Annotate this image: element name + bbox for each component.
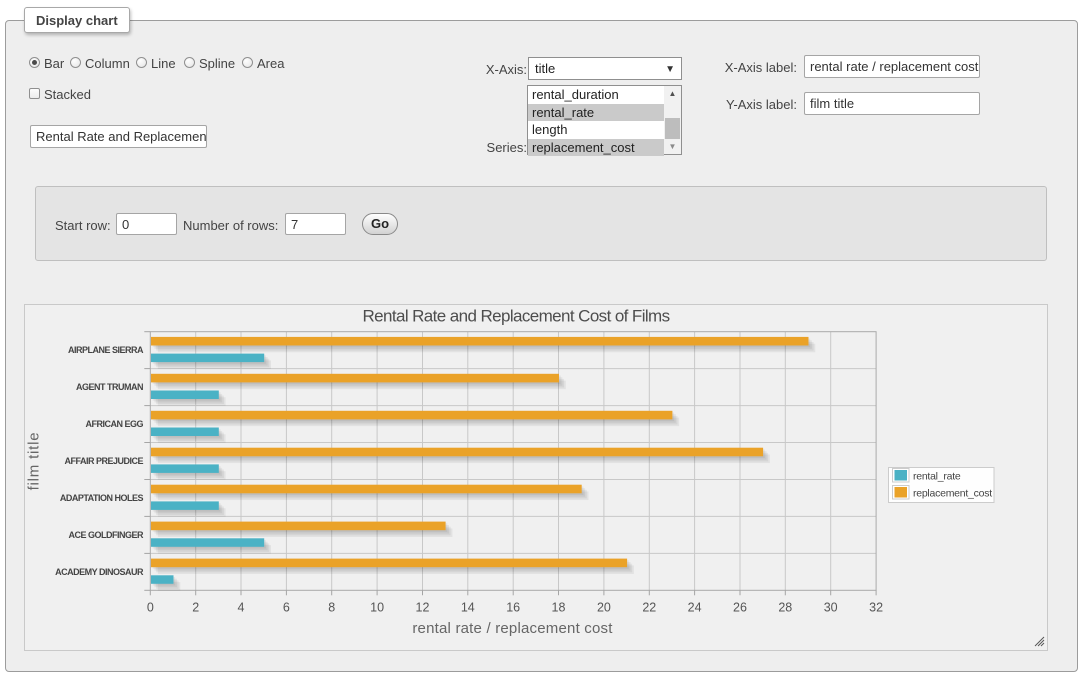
svg-text:18: 18	[552, 601, 566, 615]
svg-text:2: 2	[192, 601, 199, 615]
svg-text:14: 14	[461, 601, 475, 615]
svg-text:28: 28	[778, 601, 792, 615]
svg-text:22: 22	[642, 601, 656, 615]
svg-text:0: 0	[147, 601, 154, 615]
svg-text:ADAPTATION HOLES: ADAPTATION HOLES	[60, 493, 144, 503]
svg-text:AGENT TRUMAN: AGENT TRUMAN	[76, 382, 143, 392]
svg-text:26: 26	[733, 601, 747, 615]
svg-text:rental_rate: rental_rate	[913, 471, 961, 483]
svg-text:4: 4	[238, 601, 245, 615]
svg-text:AFFAIR PREJUDICE: AFFAIR PREJUDICE	[64, 456, 143, 466]
svg-text:32: 32	[869, 601, 883, 615]
svg-text:AIRPLANE SIERRA: AIRPLANE SIERRA	[68, 345, 144, 355]
svg-text:8: 8	[328, 601, 335, 615]
svg-text:ACADEMY DINOSAUR: ACADEMY DINOSAUR	[55, 567, 144, 577]
svg-text:film title: film title	[26, 432, 43, 491]
svg-text:ACE GOLDFINGER: ACE GOLDFINGER	[68, 530, 144, 540]
svg-text:24: 24	[688, 601, 702, 615]
svg-text:replacement_cost: replacement_cost	[913, 488, 992, 500]
svg-text:10: 10	[370, 601, 384, 615]
svg-text:rental rate / replacement cost: rental rate / replacement cost	[412, 620, 613, 637]
svg-text:30: 30	[824, 601, 838, 615]
svg-text:6: 6	[283, 601, 290, 615]
svg-text:16: 16	[506, 601, 520, 615]
svg-text:Rental Rate and Replacement Co: Rental Rate and Replacement Cost of Film…	[362, 307, 669, 326]
svg-text:AFRICAN EGG: AFRICAN EGG	[86, 419, 144, 429]
svg-text:20: 20	[597, 601, 611, 615]
svg-text:12: 12	[416, 601, 430, 615]
